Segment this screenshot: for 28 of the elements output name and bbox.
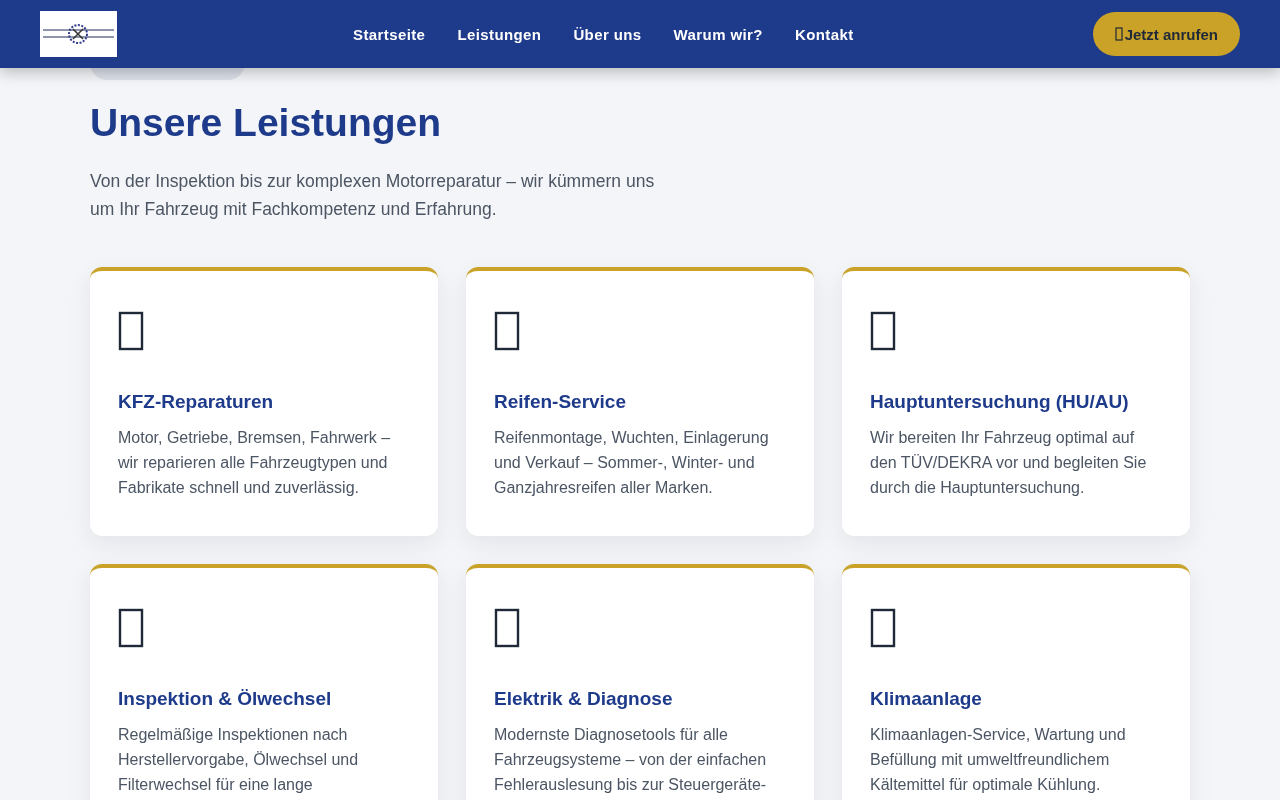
missing-glyph-icon	[1114, 27, 1123, 41]
card-title: Reifen-Service	[494, 390, 627, 413]
missing-glyph-icon	[494, 607, 520, 648]
card-text: Modernste Diagnosetools für alle Fahrzeugsysteme – von der einfachen Fehlerauslesung bis zur Steuergeräte-	[494, 724, 768, 795]
nav-link[interactable]: Über uns	[573, 25, 642, 43]
section-title: Unsere Leistungen	[90, 100, 443, 146]
nav-link[interactable]: Leistungen	[457, 25, 542, 43]
logo-icon[interactable]	[40, 11, 117, 57]
missing-glyph-icon	[870, 310, 896, 351]
card-text: Motor, Getriebe, Bremsen, Fahrwerk – wir reparieren alle Fahrzeugtypen und Fabrikate schnell und zuverlässig.	[118, 427, 392, 498]
card-text: Reifenmontage, Wuchten, Einlagerung und Verkauf – Sommer-, Winter- und Ganzjahresreifen aller Marken.	[494, 427, 770, 498]
section-intro: Von der Inspektion bis zur komplexen Motorreparatur – wir kümmern uns um Ihr Fahrzeug mit Fachkompetenz und Erfahrung.	[90, 169, 656, 221]
missing-glyph-icon	[870, 607, 896, 648]
card-text: Klimaanlagen-Service, Wartung und Befüllung mit umweltfreundlichem Kältemittel für optimale Kühlung.	[870, 724, 1127, 795]
call-button[interactable]: Jetzt anrufen	[1092, 12, 1240, 56]
card-text: Regelmäßige Inspektionen nach Herstellervorgabe, Ölwechsel und Filterwechsel für eine lange	[118, 724, 360, 795]
missing-glyph-icon	[118, 310, 144, 351]
card-title: Elektrik & Diagnose	[494, 687, 674, 710]
card-title: Inspektion & Ölwechsel	[118, 687, 333, 710]
card-title: Klimaanlage	[870, 687, 983, 710]
nav-link[interactable]: Startseite	[353, 25, 426, 43]
card-title: Hauptuntersuchung (HU/AU)	[870, 390, 1130, 413]
card-text: Wir bereiten Ihr Fahrzeug optimal auf den TÜV/DEKRA vor und begleiten Sie durch die Hauptuntersuchung.	[870, 427, 1148, 498]
missing-glyph-icon	[494, 310, 520, 351]
nav-link[interactable]: Warum wir?	[673, 25, 763, 43]
card-title: KFZ-Reparaturen	[118, 390, 275, 413]
nav-link[interactable]: Kontakt	[794, 25, 854, 43]
missing-glyph-icon	[118, 607, 144, 648]
